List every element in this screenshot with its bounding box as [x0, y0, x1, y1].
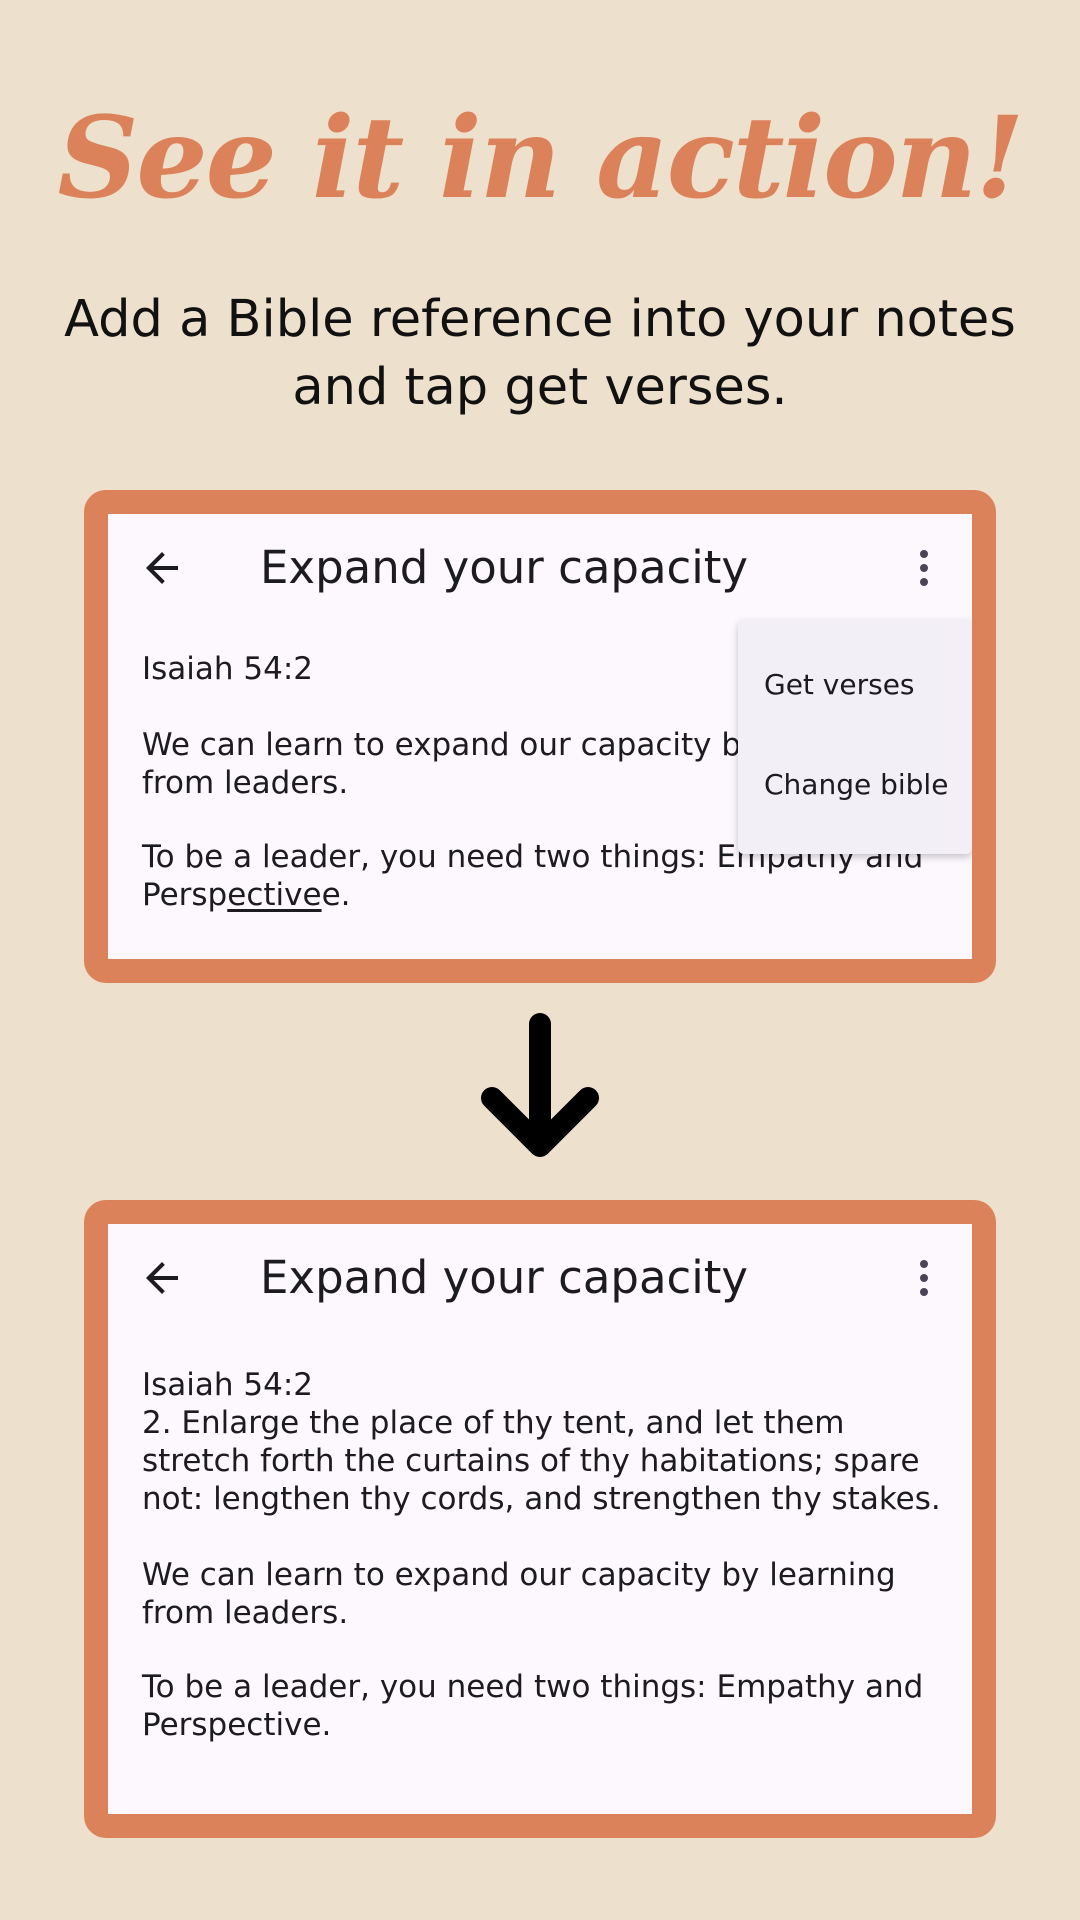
note-title: Expand your capacity	[260, 1251, 749, 1304]
note-body[interactable]: Isaiah 54:2 2. Enlarge the place of thy …	[142, 1366, 942, 1744]
subheadline: Add a Bible reference into your notes an…	[64, 290, 1016, 417]
headline: See it in action!	[57, 93, 1025, 224]
more-vert-icon[interactable]	[900, 544, 948, 592]
bible-verse: 2. Enlarge the place of thy tent, and le…	[142, 1405, 941, 1517]
before-screenshot-frame: Expand your capacity Isaiah 54:2 We can …	[84, 490, 996, 983]
after-screenshot-frame: Expand your capacity Isaiah 54:2 2. Enla…	[84, 1200, 996, 1838]
app-bar: Expand your capacity	[108, 514, 972, 622]
bible-reference: Isaiah 54:2	[142, 1367, 314, 1403]
spellcheck-underline: ective	[227, 877, 322, 913]
app-bar: Expand your capacity	[108, 1224, 972, 1332]
note-title: Expand your capacity	[260, 541, 749, 594]
arrow-back-icon[interactable]	[138, 544, 186, 592]
overflow-menu: Get verses Change bible	[738, 620, 972, 854]
menu-item-change-bible[interactable]: Change bible	[764, 768, 948, 801]
note-paragraph: We can learn to expand our capacity by l…	[142, 1557, 896, 1631]
before-note-screen: Expand your capacity Isaiah 54:2 We can …	[108, 514, 972, 959]
arrow-back-icon[interactable]	[138, 1254, 186, 1302]
menu-item-get-verses[interactable]: Get verses	[764, 668, 915, 701]
note-paragraph: To be a leader, you need two things: Emp…	[142, 1669, 924, 1743]
after-note-screen: Expand your capacity Isaiah 54:2 2. Enla…	[108, 1224, 972, 1814]
more-vert-icon[interactable]	[900, 1254, 948, 1302]
arrow-down-icon	[470, 1006, 610, 1166]
note-text: e.	[321, 877, 351, 913]
